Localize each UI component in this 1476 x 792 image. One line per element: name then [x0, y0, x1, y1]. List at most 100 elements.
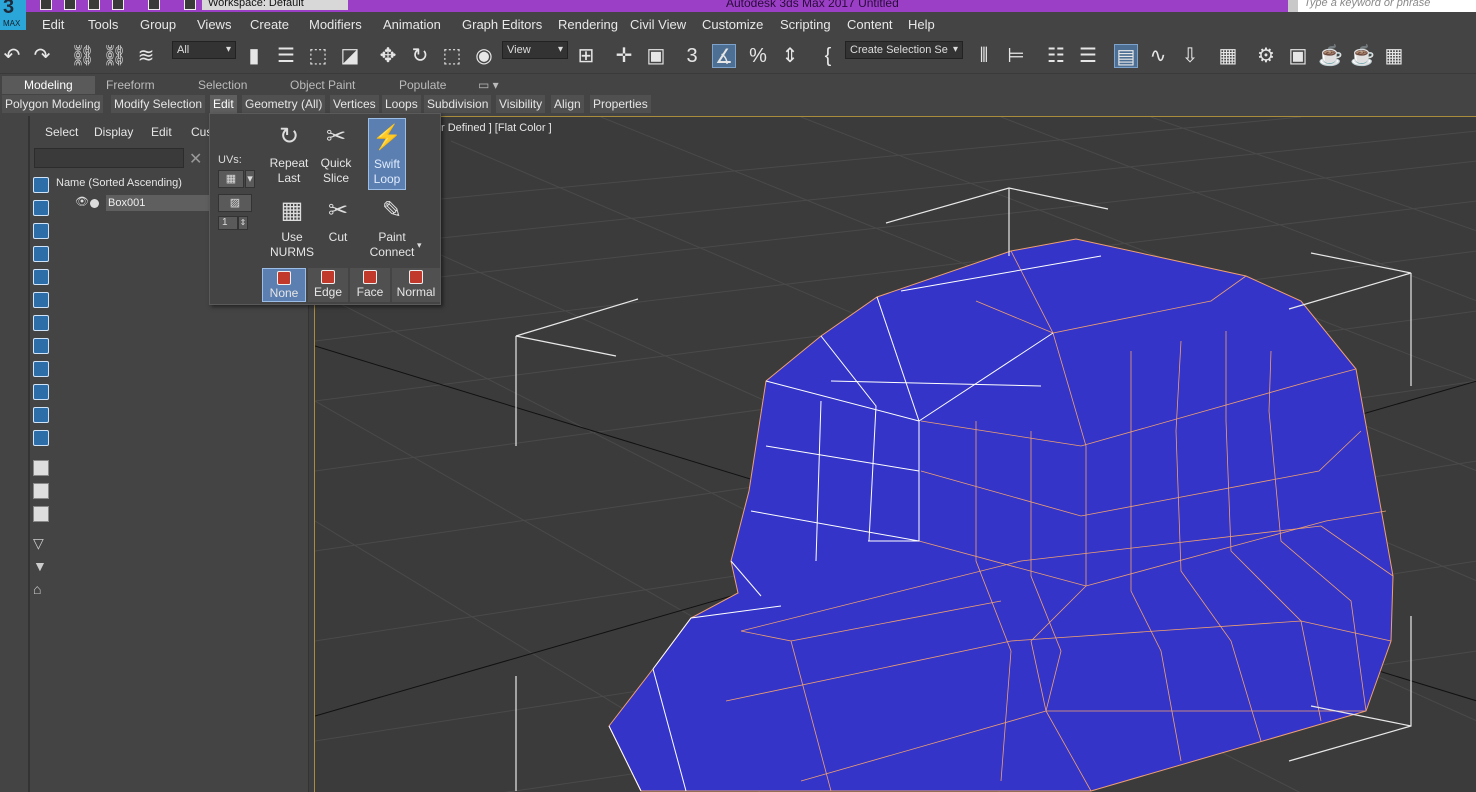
constraint-face-button[interactable]: Face — [350, 268, 390, 302]
curve-editor-icon[interactable]: ∿ — [1146, 44, 1170, 68]
container-icon[interactable]: ⌂ — [33, 581, 49, 597]
render-production-icon[interactable]: ☕ — [1318, 44, 1343, 68]
undo-icon[interactable]: ↶ — [0, 44, 24, 68]
render-iterative-icon[interactable]: ☕ — [1350, 44, 1375, 68]
column-header-name[interactable]: Name (Sorted Ascending) — [56, 177, 182, 189]
schematic-view-icon[interactable]: ⇩ — [1178, 44, 1202, 68]
tab-modeling[interactable]: Modeling — [2, 76, 95, 94]
search-input[interactable]: Type a keyword or phrase — [1298, 0, 1476, 12]
display-none-sheet-icon[interactable] — [33, 483, 49, 499]
display-spacewarps-icon[interactable] — [33, 315, 49, 331]
panel-geometry-all[interactable]: Geometry (All) — [242, 95, 326, 113]
repeat-last-button[interactable]: ↻ Repeat Last — [267, 118, 311, 186]
visibility-eye-icon[interactable]: 👁 — [75, 195, 89, 208]
viewport-shading-label[interactable]: r Defined ] [Flat Color ] — [441, 122, 552, 134]
swift-loop-button[interactable]: ⚡ Swift Loop — [368, 118, 406, 190]
display-lights-icon[interactable] — [33, 246, 49, 262]
cut-button[interactable]: ✂ Cut — [316, 192, 360, 245]
uv-tweak-icon[interactable]: ▨ — [218, 194, 252, 212]
select-object-icon[interactable]: ▮ — [242, 44, 266, 68]
select-by-name-icon[interactable]: ☰ — [274, 44, 298, 68]
filter-select-icon[interactable]: ▼ — [33, 558, 49, 574]
panel-vertices[interactable]: Vertices — [330, 95, 379, 113]
render-cloud-icon[interactable]: ▦ — [1382, 44, 1406, 68]
display-none-icon[interactable] — [33, 177, 49, 193]
menu-modifiers[interactable]: Modifiers — [309, 17, 362, 32]
redo-icon[interactable]: ↷ — [30, 44, 54, 68]
ribbon-options-icon[interactable]: ▭ ▾ — [476, 76, 501, 94]
display-invert-icon[interactable] — [33, 506, 49, 522]
panel-visibility[interactable]: Visibility — [496, 95, 546, 113]
render-setup-icon[interactable]: ⚙ — [1254, 44, 1278, 68]
app-menu-button[interactable]: 3 MAX — [0, 0, 26, 30]
se-menu-display[interactable]: Display — [94, 125, 133, 139]
reference-coordinate-dropdown[interactable]: View — [502, 41, 568, 59]
clear-search-icon[interactable]: ✕ — [189, 149, 202, 169]
align-icon[interactable]: ⊨ — [1004, 44, 1028, 68]
display-containers-icon[interactable] — [33, 407, 49, 423]
selection-filter-dropdown[interactable]: All — [172, 41, 236, 59]
viewport-canvas[interactable] — [315, 117, 1476, 792]
rectangular-selection-icon[interactable]: ⬚ — [306, 44, 330, 68]
use-nurms-button[interactable]: ▦ Use NURMS — [270, 192, 314, 260]
scale-icon[interactable]: ⬚ — [440, 44, 464, 68]
constraint-none-button[interactable]: None — [262, 268, 306, 302]
save-file-icon[interactable] — [88, 0, 100, 10]
toggle-ribbon-icon[interactable]: ▤ — [1114, 44, 1138, 68]
tab-freeform[interactable]: Freeform — [104, 76, 157, 94]
display-helpers-icon[interactable] — [33, 292, 49, 308]
menu-scripting[interactable]: Scripting — [780, 17, 831, 32]
menu-content[interactable]: Content — [847, 17, 893, 32]
menu-tools[interactable]: Tools — [88, 17, 118, 32]
menu-views[interactable]: Views — [197, 17, 231, 32]
perspective-viewport[interactable]: r Defined ] [Flat Color ] — [314, 116, 1476, 792]
display-xrefs-icon[interactable] — [33, 361, 49, 377]
menu-group[interactable]: Group — [140, 17, 176, 32]
menu-animation[interactable]: Animation — [383, 17, 441, 32]
scene-search-input[interactable] — [34, 148, 184, 168]
new-file-icon[interactable] — [40, 0, 52, 10]
layer-explorer-icon[interactable]: ☰ — [1076, 44, 1100, 68]
rotate-icon[interactable]: ↻ — [408, 44, 432, 68]
menu-civil-view[interactable]: Civil View — [630, 17, 686, 32]
snaps-toggle-icon[interactable]: 3 — [680, 44, 704, 68]
menu-customize[interactable]: Customize — [702, 17, 763, 32]
uv-mapping-icon[interactable]: ▦ — [218, 170, 244, 188]
undo-quick-icon[interactable] — [112, 0, 124, 10]
filter-icon[interactable]: ▽ — [33, 535, 49, 551]
freeze-toggle-icon[interactable] — [90, 199, 99, 208]
unlink-icon[interactable]: ⛓ — [102, 44, 127, 68]
material-editor-icon[interactable]: ▦ — [1216, 44, 1240, 68]
rendered-frame-icon[interactable]: ▣ — [1286, 44, 1310, 68]
panel-properties[interactable]: Properties — [590, 95, 651, 113]
panel-modify-selection[interactable]: Modify Selection — [111, 95, 206, 113]
project-folder-icon[interactable] — [184, 0, 196, 10]
menu-help[interactable]: Help — [908, 17, 935, 32]
open-file-icon[interactable] — [64, 0, 76, 10]
panel-edit[interactable]: Edit — [210, 95, 237, 113]
scene-object-row[interactable]: 👁 Box001 — [75, 195, 216, 211]
display-geometry-icon[interactable] — [33, 200, 49, 216]
tab-object-paint[interactable]: Object Paint — [288, 76, 357, 94]
menu-edit[interactable]: Edit — [42, 17, 64, 32]
display-all-icon[interactable] — [33, 460, 49, 476]
window-crossing-icon[interactable]: ◪ — [338, 44, 362, 68]
display-frozen-icon[interactable] — [33, 430, 49, 446]
se-menu-edit[interactable]: Edit — [151, 125, 172, 139]
placement-icon[interactable]: ◉ — [472, 44, 496, 68]
uv-channel-spinner[interactable]: 1 — [218, 216, 238, 230]
keyboard-shortcut-icon[interactable]: ▣ — [644, 44, 668, 68]
mirror-icon[interactable]: ⫴ — [972, 44, 996, 68]
panel-polygon-modeling[interactable]: Polygon Modeling — [2, 95, 104, 113]
uv-mapping-dropdown-icon[interactable]: ▾ — [245, 170, 255, 188]
spinner-snap-icon[interactable]: ⇕ — [778, 44, 802, 68]
tab-selection[interactable]: Selection — [196, 76, 249, 94]
angle-snap-icon[interactable]: ∡ — [712, 44, 736, 68]
panel-subdivision[interactable]: Subdivision — [424, 95, 492, 113]
paint-connect-dropdown-icon[interactable]: ▾ — [417, 240, 422, 251]
se-menu-select[interactable]: Select — [45, 125, 78, 139]
spinner-arrows-icon[interactable]: ⇕ — [238, 216, 248, 230]
tab-populate[interactable]: Populate — [397, 76, 448, 94]
display-groups-icon[interactable] — [33, 338, 49, 354]
panel-align[interactable]: Align — [551, 95, 584, 113]
